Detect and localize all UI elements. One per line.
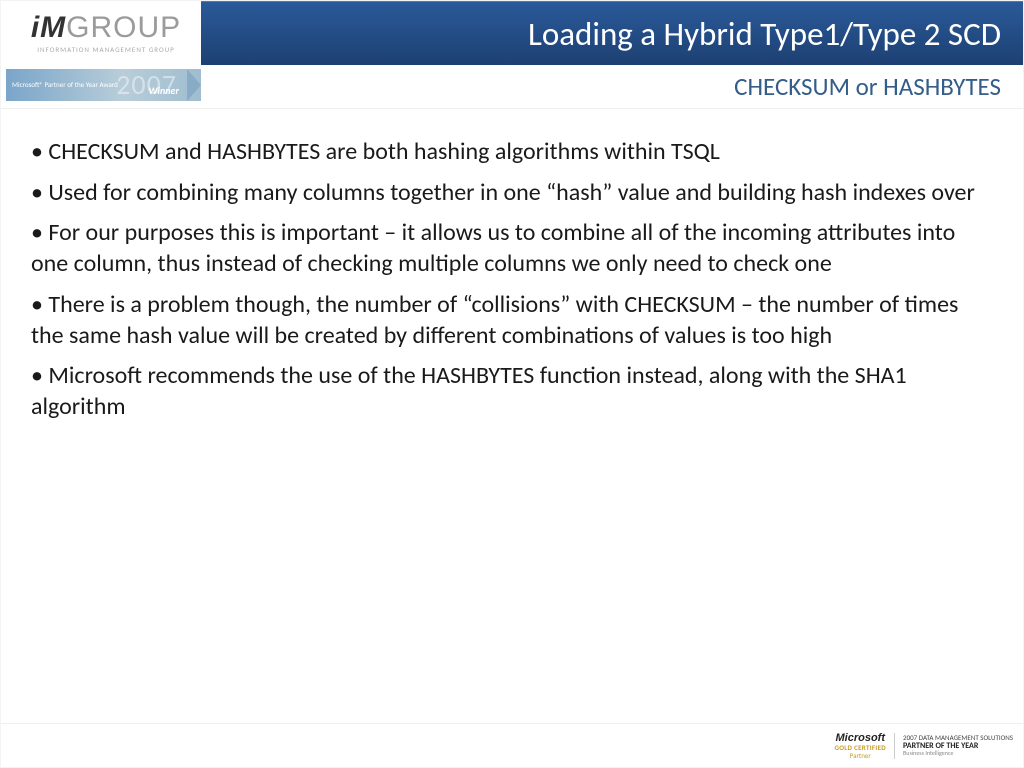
footer: Microsoft GOLD CERTIFIED Partner 2007 DA… [1,723,1023,767]
bullet-text: Used for combining many columns together… [48,178,974,207]
logo-subtitle: INFORMATION MANAGEMENT GROUP [37,45,174,54]
title-bar: Loading a Hybrid Type1/Type 2 SCD [201,1,1023,65]
bullet-item: • There is a problem though, the number … [31,290,993,351]
badge-winner: Winner [148,84,179,97]
logo-area: iMGROUP INFORMATION MANAGEMENT GROUP [1,1,201,65]
content-area: • CHECKSUM and HASHBYTES are both hashin… [1,109,1023,423]
poty-sub: Business Intelligence [903,750,1013,757]
microsoft-badge: Microsoft GOLD CERTIFIED Partner [834,732,886,759]
bullet-text: CHECKSUM and HASHBYTES are both hashing … [48,137,719,166]
bullet-item: • Microsoft recommends the use of the HA… [31,361,993,422]
partner-of-year-badge: 2007 DATA MANAGEMENT SOLUTIONS PARTNER O… [903,734,1013,757]
ms-partner: Partner [850,752,871,760]
logo-text: iMGROUP [31,13,181,43]
bullet-text: There is a problem though, the number of… [31,290,958,350]
logo-rest: GROUP [66,11,181,44]
bullet-text: Microsoft recommends the use of the HASH… [31,361,907,421]
bullet-item: • CHECKSUM and HASHBYTES are both hashin… [31,137,993,168]
slide-subtitle: CHECKSUM or HASHBYTES [734,71,1001,102]
header-row: iMGROUP INFORMATION MANAGEMENT GROUP Loa… [1,1,1023,65]
subtitle-area: CHECKSUM or HASHBYTES [201,65,1023,108]
badge-text: Microsoft® Partner of the Year Award [6,81,118,89]
logo-bold: iM [31,11,66,44]
bullet-item: • Used for combining many columns togeth… [31,178,993,209]
award-badge: Microsoft® Partner of the Year Award 200… [6,69,201,101]
bullet-text: For our purposes this is important – it … [31,218,955,278]
bullet-item: • For our purposes this is important – i… [31,218,993,279]
sub-header-row: Microsoft® Partner of the Year Award 200… [1,65,1023,109]
divider [894,733,895,759]
chevron-right-icon [187,69,201,101]
slide-title: Loading a Hybrid Type1/Type 2 SCD [528,14,1001,54]
